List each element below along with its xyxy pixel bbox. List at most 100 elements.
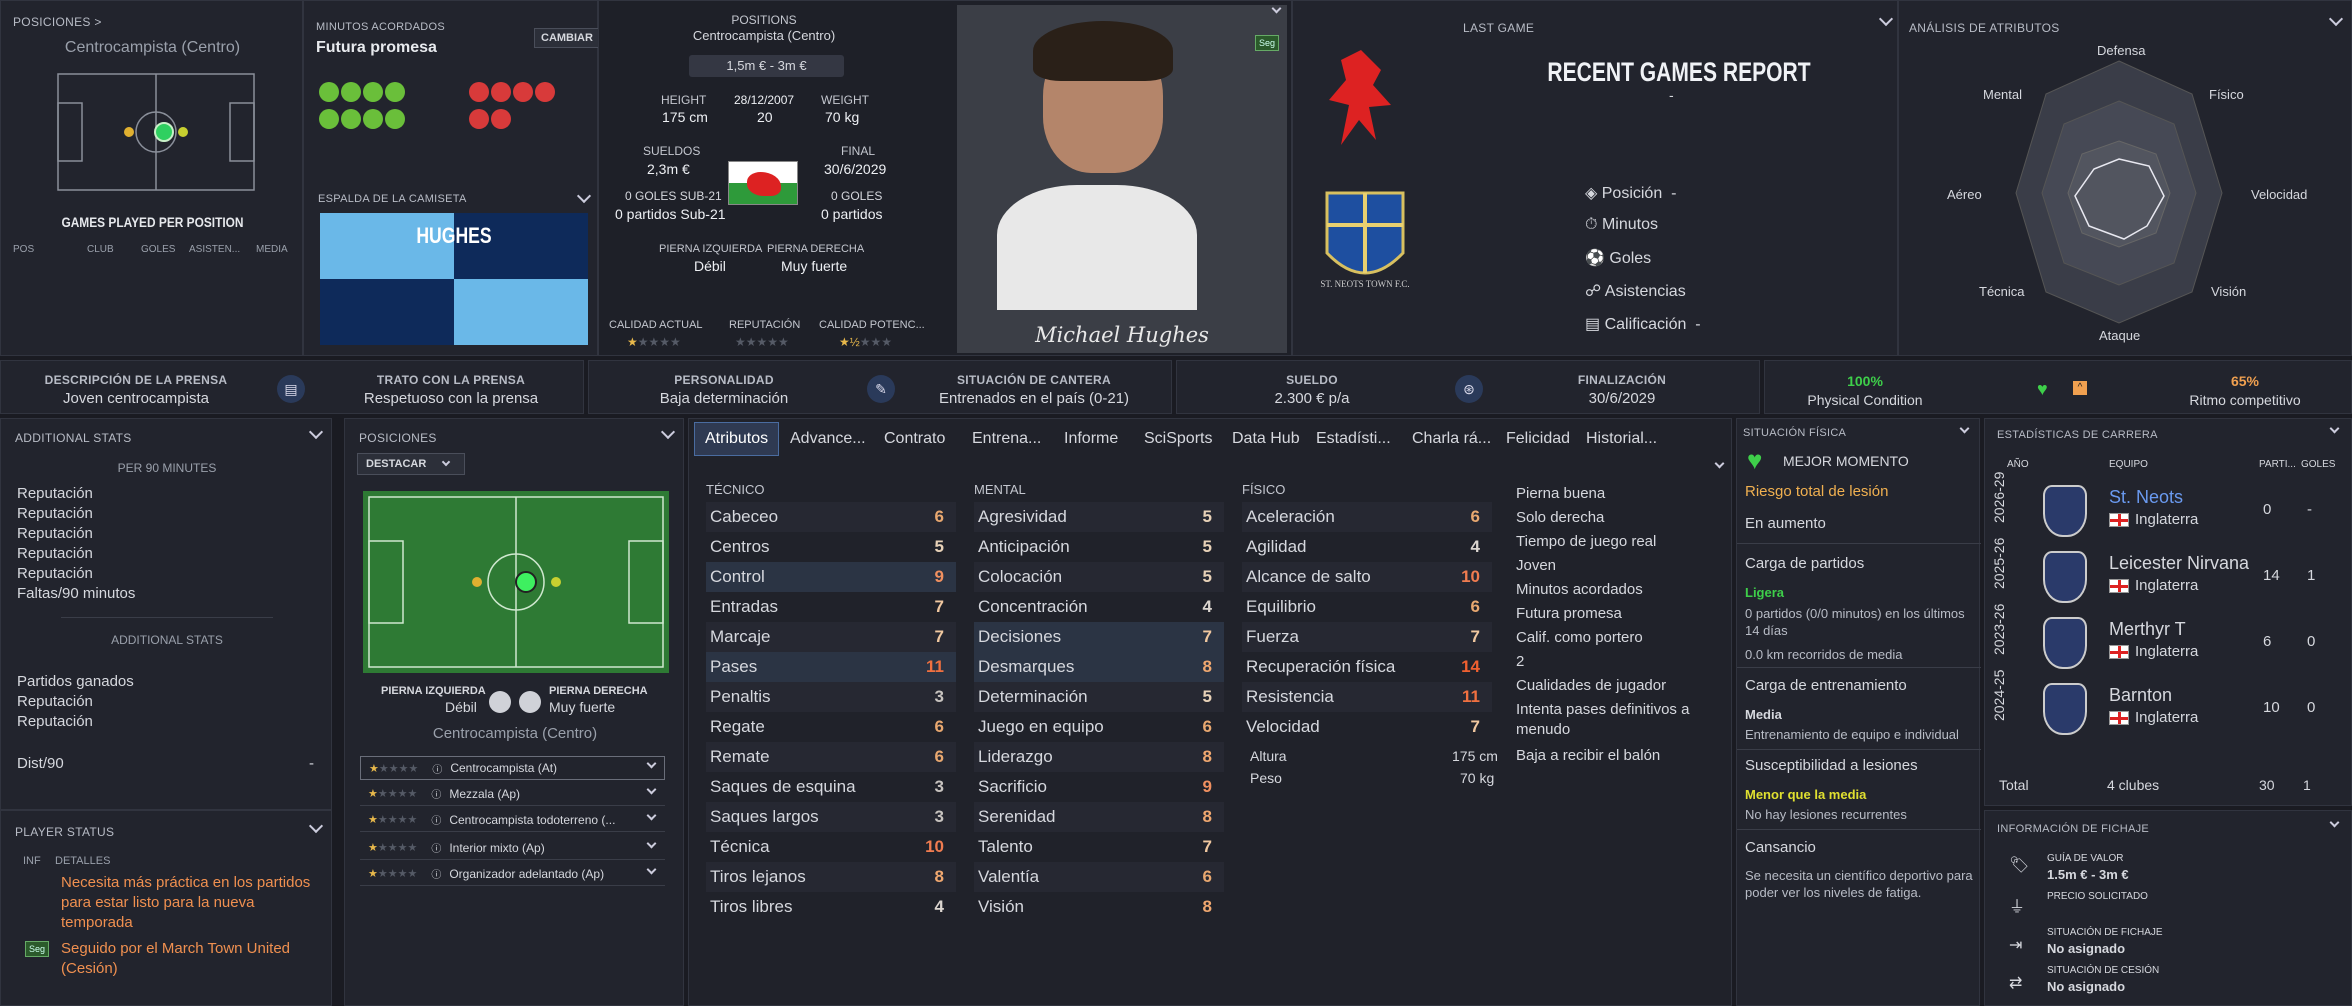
attribute-row[interactable]: Penaltis 3 [706,682,956,712]
attribute-row[interactable]: Fuerza 7 [1242,622,1492,652]
trait-icon[interactable] [319,82,339,102]
career-team[interactable]: Leicester Nirvana [2109,553,2249,574]
role-name: Interior mixto (Ap) [449,840,545,855]
attribute-row[interactable]: Remate 6 [706,742,956,772]
chevron-down-icon[interactable] [2329,423,2340,434]
change-button[interactable]: CAMBIAR [534,28,600,48]
trait-icon[interactable] [469,82,489,102]
trait-icon[interactable] [341,82,361,102]
attribute-row[interactable]: Desmarques 8 [974,652,1224,682]
attribute-row[interactable]: Marcaje 7 [706,622,956,652]
attribute-name: Técnica [710,837,770,856]
attribute-row[interactable]: Sacrificio 9 [974,772,1224,802]
trait-icon[interactable] [319,109,339,129]
attribute-row[interactable]: Saques largos 3 [706,802,956,832]
attribute-row[interactable]: Anticipación 5 [974,532,1224,562]
games-count: 0 partidos [821,206,883,222]
attribute-row[interactable]: Determinación 5 [974,682,1224,712]
attribute-row[interactable]: Colocación 5 [974,562,1224,592]
tab-charla[interactable]: Charla rá... [1402,422,1501,456]
tab-historial[interactable]: Historial... [1576,422,1667,456]
attribute-row[interactable]: Regate 6 [706,712,956,742]
info-icon[interactable]: ⓘ [431,786,441,801]
trait-icon[interactable] [491,82,511,102]
tab-contrato[interactable]: Contrato [874,422,955,456]
chevron-down-icon[interactable] [660,424,676,440]
career-year: 2026-29 [1991,471,2007,523]
chevron-down-icon[interactable] [308,424,324,440]
tab-datahub[interactable]: Data Hub [1222,422,1310,456]
attribute-row[interactable]: Agilidad 4 [1242,532,1492,562]
value-guide-value: 1.5m € - 3m € [2047,867,2129,882]
attribute-row[interactable]: Resistencia 11 [1242,682,1492,712]
role-row[interactable]: ★ ★★★★ ⓘ Mezzala (Ap) [360,782,665,806]
attribute-row[interactable]: Pases 11 [706,652,956,682]
attribute-row[interactable]: Juego en equipo 6 [974,712,1224,742]
attribute-row[interactable]: Cabeceo 6 [706,502,956,532]
chevron-down-icon[interactable] [1959,423,1970,434]
chevron-down-icon[interactable] [2329,817,2340,828]
attribute-row[interactable]: Agresividad 5 [974,502,1224,532]
tab-advanced[interactable]: Advance... [780,422,876,456]
attribute-name: Aceleración [1246,507,1335,526]
role-row[interactable]: ★ ★★★★ ⓘ Centrocampista todoterreno (... [360,808,665,832]
trait-icon[interactable] [491,109,511,129]
trait-icon[interactable] [513,82,533,102]
tab-atributos[interactable]: Atributos [694,422,780,456]
role-row[interactable]: ★ ★★★★ ⓘ Centrocampista (At) [360,756,665,780]
trait-icon[interactable] [385,82,405,102]
attribute-row[interactable]: Equilibrio 6 [1242,592,1492,622]
trait-icon[interactable] [341,109,361,129]
attribute-row[interactable]: Entradas 7 [706,592,956,622]
info-icon[interactable]: ⓘ [431,812,441,827]
info-icon[interactable]: ⓘ [431,840,441,855]
physical-title: SITUACIÓN FÍSICA [1743,427,1847,439]
chevron-down-icon[interactable] [576,188,592,204]
trait-icon[interactable] [469,109,489,129]
attribute-row[interactable]: Talento 7 [974,832,1224,862]
attribute-row[interactable]: Alcance de salto 10 [1242,562,1492,592]
career-team[interactable]: Merthyr T [2109,619,2186,640]
attribute-row[interactable]: Saques de esquina 3 [706,772,956,802]
tab-scisports[interactable]: SciSports [1134,422,1222,456]
trait-icon[interactable] [385,109,405,129]
trait-icon[interactable] [535,82,555,102]
attribute-row[interactable]: Recuperación física 14 [1242,652,1492,682]
info-icon[interactable]: ⓘ [432,761,442,776]
attribute-row[interactable]: Tiros lejanos 8 [706,862,956,892]
report-row-goals: ⚽ Goles [1585,250,1652,267]
career-team[interactable]: St. Neots [2109,487,2183,508]
attribute-row[interactable]: Centros 5 [706,532,956,562]
attribute-row[interactable]: Decisiones 7 [974,622,1224,652]
trait-icon[interactable] [363,82,383,102]
attribute-row[interactable]: Liderazgo 8 [974,742,1224,772]
attribute-row[interactable]: Visión 8 [974,892,1224,922]
attribute-row[interactable]: Serenidad 8 [974,802,1224,832]
positions-title[interactable]: POSICIONES > [13,15,102,29]
info-icon[interactable]: ⓘ [431,866,441,881]
role-row[interactable]: ★ ★★★★ ⓘ Organizador adelantado (Ap) [360,862,665,886]
tab-informe[interactable]: Informe [1054,422,1128,456]
wages-label: SUELDOS [643,144,701,158]
attribute-row[interactable]: Velocidad 7 [1242,712,1492,742]
role-row[interactable]: ★ ★★★★ ⓘ Interior mixto (Ap) [360,836,665,860]
career-team[interactable]: Barnton [2109,685,2172,706]
trait-icon[interactable] [363,109,383,129]
tab-felicidad[interactable]: Felicidad [1496,422,1580,456]
tab-entrenamiento[interactable]: Entrena... [962,422,1051,456]
tab-estadisticas[interactable]: Estadísti... [1306,422,1401,456]
attribute-row[interactable]: Técnica 10 [706,832,956,862]
england-flag-icon [2109,513,2129,527]
seg-badge: Seg [25,941,50,957]
attribute-row[interactable]: Tiros libres 4 [706,892,956,922]
attribute-row[interactable]: Valentía 6 [974,862,1224,892]
chevron-down-icon[interactable] [308,818,324,834]
career-year: 2023-26 [1991,603,2007,655]
attribute-row[interactable]: Aceleración 6 [1242,502,1492,532]
attribute-row[interactable]: Concentración 4 [974,592,1224,622]
highlight-dropdown[interactable]: DESTACAR [357,453,465,475]
attribute-row[interactable]: Control 9 [706,562,956,592]
attribute-analysis-panel: ANÁLISIS DE ATRIBUTOS Defensa Físico Vel… [1898,0,2352,356]
chevron-down-icon[interactable] [1878,11,1894,27]
trait-icons-red [468,81,568,135]
